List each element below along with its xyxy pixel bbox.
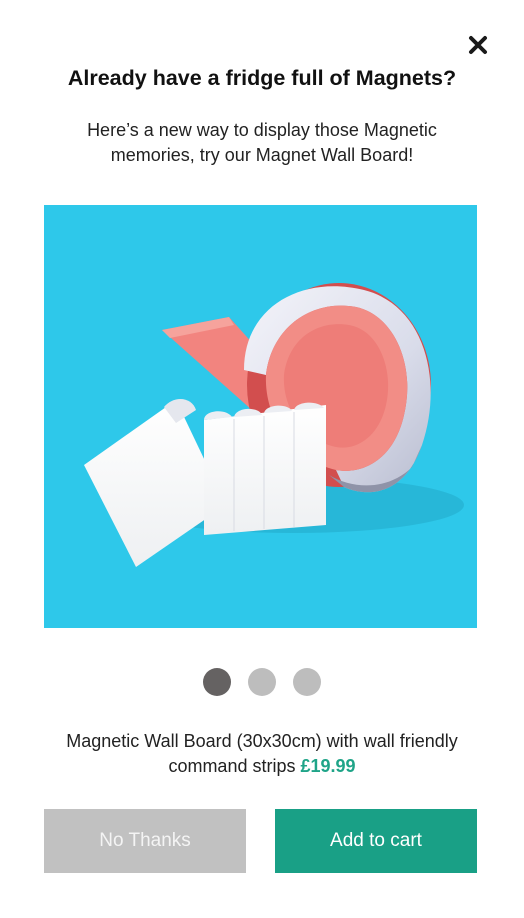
carousel-dots (0, 668, 524, 696)
close-icon (469, 36, 487, 54)
product-image (44, 205, 477, 628)
carousel-dot-2[interactable] (248, 668, 276, 696)
carousel-dot-3[interactable] (293, 668, 321, 696)
close-button[interactable] (464, 31, 492, 59)
no-thanks-button[interactable]: No Thanks (44, 809, 246, 873)
product-description-text: Magnetic Wall Board (30x30cm) with wall … (66, 731, 458, 776)
product-description: Magnetic Wall Board (30x30cm) with wall … (30, 729, 494, 779)
modal-title: Already have a fridge full of Magnets? (67, 66, 457, 90)
product-price: £19.99 (300, 756, 356, 776)
carousel-dot-1[interactable] (203, 668, 231, 696)
promo-modal: Already have a fridge full of Magnets? H… (0, 0, 524, 918)
modal-subtitle: Here’s a new way to display those Magnet… (87, 120, 437, 165)
add-to-cart-button[interactable]: Add to cart (275, 809, 477, 873)
